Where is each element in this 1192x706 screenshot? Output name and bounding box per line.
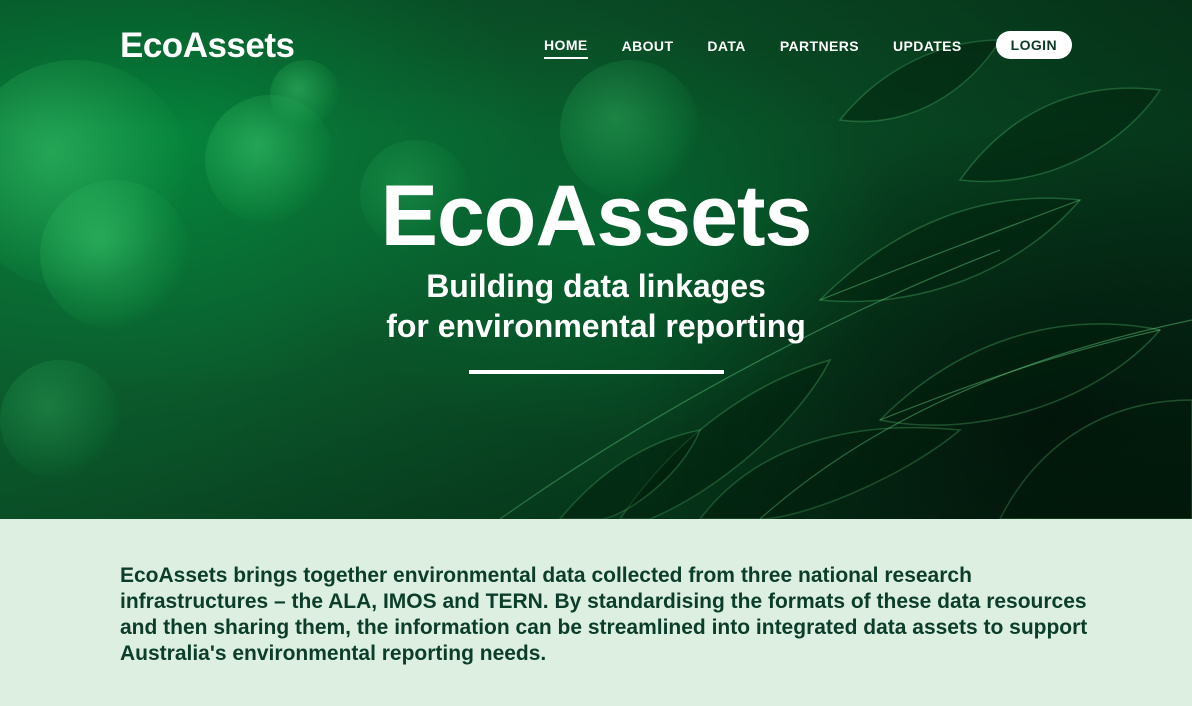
hero-content: EcoAssets Building data linkages for env… bbox=[0, 168, 1192, 374]
nav-home[interactable]: HOME bbox=[544, 31, 588, 59]
login-button[interactable]: LOGIN bbox=[995, 31, 1072, 59]
main-nav: HOME ABOUT DATA PARTNERS UPDATES LOGIN bbox=[510, 31, 1072, 59]
intro-section: EcoAssets brings together environmental … bbox=[0, 519, 1192, 706]
hero-title: EcoAssets bbox=[380, 168, 813, 264]
hero-banner: EcoAssets HOME ABOUT DATA PARTNERS UPDAT… bbox=[0, 0, 1192, 519]
hero-subtitle: Building data linkages for environmental… bbox=[0, 266, 1192, 346]
nav-updates[interactable]: UPDATES bbox=[893, 32, 962, 58]
page: EcoAssets HOME ABOUT DATA PARTNERS UPDAT… bbox=[0, 0, 1192, 706]
nav-about[interactable]: ABOUT bbox=[622, 32, 674, 58]
nav-partners[interactable]: PARTNERS bbox=[780, 32, 859, 58]
nav-data[interactable]: DATA bbox=[707, 32, 745, 58]
intro-paragraph: EcoAssets brings together environmental … bbox=[120, 564, 1088, 665]
hero-divider bbox=[468, 370, 724, 374]
site-logo[interactable]: EcoAssets bbox=[120, 26, 295, 66]
hero-subtitle-line-2: for environmental reporting bbox=[386, 308, 806, 344]
hero-subtitle-line-1: Building data linkages bbox=[426, 268, 766, 304]
top-navbar: EcoAssets HOME ABOUT DATA PARTNERS UPDAT… bbox=[0, 0, 1192, 96]
